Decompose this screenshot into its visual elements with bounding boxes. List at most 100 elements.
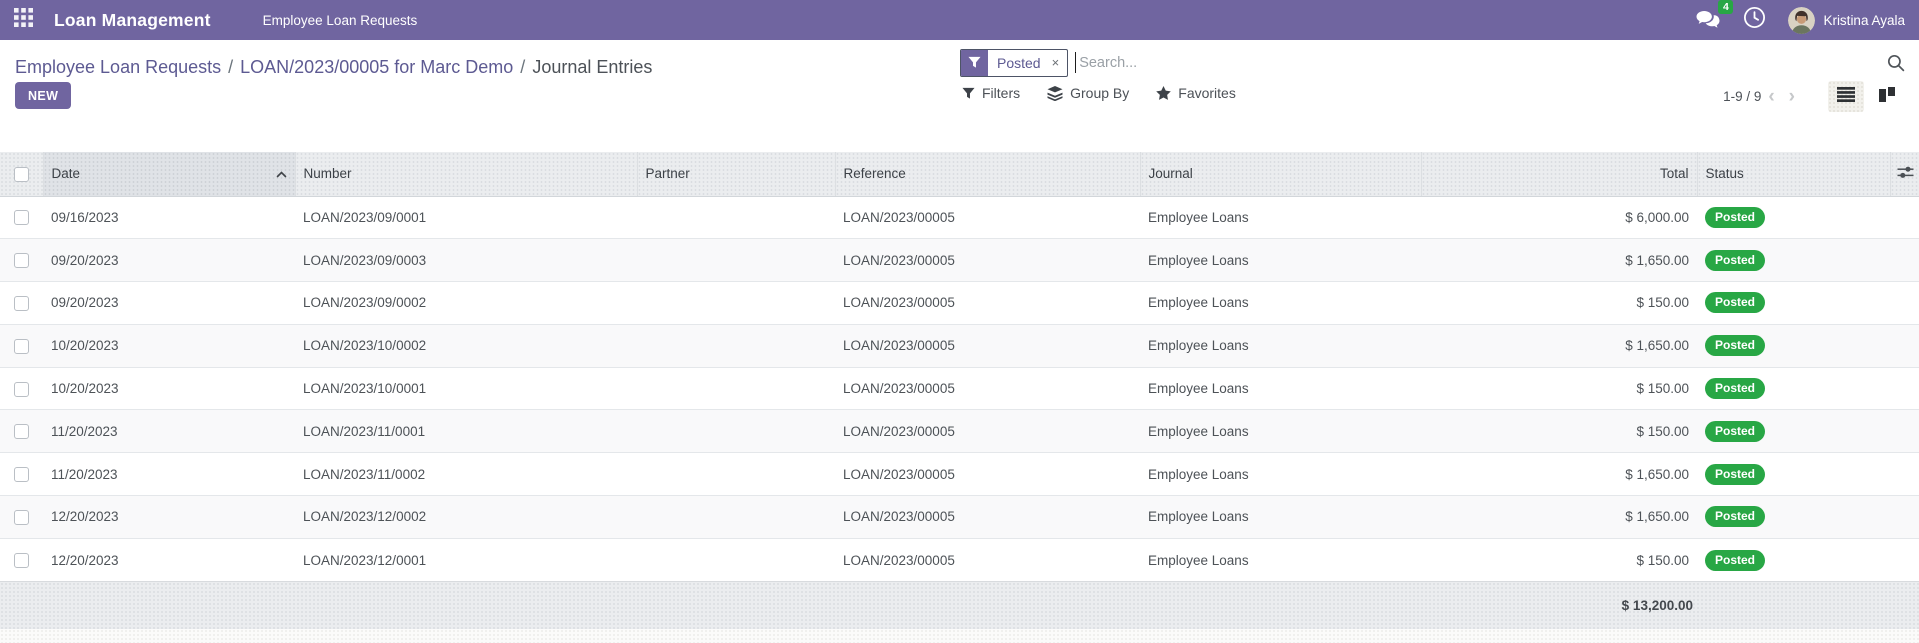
row-total[interactable]: $ 1,650.00	[1421, 323, 1697, 368]
optional-columns-icon[interactable]	[1897, 165, 1914, 183]
row-number[interactable]: LOAN/2023/09/0002	[295, 281, 637, 325]
filters-button[interactable]: Filters	[962, 85, 1020, 101]
row-checkbox[interactable]	[14, 509, 29, 525]
search-facet-remove-button[interactable]: ×	[1050, 50, 1068, 76]
row-journal[interactable]: Employee Loans	[1140, 495, 1421, 539]
row-partner[interactable]	[637, 452, 835, 496]
menu-employee-loan-requests[interactable]: Employee Loan Requests	[253, 0, 428, 40]
user-menu[interactable]: Kristina Ayala	[1788, 6, 1905, 34]
kanban-view-button[interactable]	[1869, 81, 1905, 112]
row-partner[interactable]	[637, 196, 835, 239]
row-date[interactable]: 12/20/2023	[43, 495, 295, 539]
table-row[interactable]: 09/20/2023 LOAN/2023/09/0003 LOAN/2023/000…	[0, 238, 1919, 282]
search-input[interactable]: Search...	[1079, 55, 1137, 71]
row-number[interactable]: LOAN/2023/11/0001	[295, 409, 637, 453]
row-partner[interactable]	[637, 281, 835, 325]
row-total[interactable]: $ 150.00	[1421, 537, 1697, 582]
row-date[interactable]: 09/20/2023	[43, 281, 295, 325]
row-total[interactable]: $ 1,650.00	[1421, 238, 1697, 282]
row-checkbox[interactable]	[14, 467, 29, 483]
apps-menu-button[interactable]	[0, 0, 46, 40]
row-date[interactable]: 09/16/2023	[43, 196, 295, 239]
row-date[interactable]: 10/20/2023	[43, 366, 295, 410]
table-row[interactable]: 10/20/2023 LOAN/2023/10/0001 LOAN/2023/000…	[0, 366, 1919, 410]
row-reference[interactable]: LOAN/2023/00005	[835, 366, 1140, 410]
row-reference[interactable]: LOAN/2023/00005	[835, 196, 1140, 239]
column-header-total[interactable]: Total	[1420, 152, 1697, 197]
row-checkbox[interactable]	[14, 381, 29, 397]
row-reference[interactable]: LOAN/2023/00005	[835, 281, 1140, 325]
row-date[interactable]: 10/20/2023	[43, 323, 295, 368]
activities-button[interactable]	[1743, 6, 1766, 34]
table-row[interactable]: 09/16/2023 LOAN/2023/09/0001 LOAN/2023/000…	[0, 196, 1919, 239]
new-button[interactable]: NEW	[15, 82, 72, 109]
row-journal[interactable]: Employee Loans	[1140, 323, 1421, 368]
row-checkbox[interactable]	[14, 424, 29, 440]
group-by-button[interactable]: Group By	[1047, 85, 1129, 101]
row-total[interactable]: $ 150.00	[1421, 409, 1697, 453]
row-number[interactable]: LOAN/2023/09/0001	[295, 196, 637, 239]
column-header-journal[interactable]: Journal	[1139, 152, 1421, 197]
row-checkbox[interactable]	[14, 295, 29, 311]
table-row[interactable]: 09/20/2023 LOAN/2023/09/0002 LOAN/2023/000…	[0, 281, 1919, 325]
row-journal[interactable]: Employee Loans	[1140, 452, 1421, 496]
row-checkbox[interactable]	[14, 210, 29, 226]
row-reference[interactable]: LOAN/2023/00005	[835, 323, 1140, 368]
row-date[interactable]: 11/20/2023	[43, 452, 295, 496]
column-header-reference[interactable]: Reference	[834, 152, 1140, 197]
row-number[interactable]: LOAN/2023/12/0001	[295, 537, 637, 582]
favorites-button[interactable]: Favorites	[1156, 85, 1236, 101]
row-partner[interactable]	[637, 409, 835, 453]
column-header-date[interactable]: Date	[42, 152, 295, 197]
row-partner[interactable]	[637, 495, 835, 539]
list-view-button[interactable]	[1828, 81, 1864, 112]
column-header-status[interactable]: Status	[1696, 152, 1890, 197]
row-partner[interactable]	[637, 238, 835, 282]
column-header-partner[interactable]: Partner	[636, 152, 835, 197]
row-partner[interactable]	[637, 537, 835, 582]
row-total[interactable]: $ 150.00	[1421, 281, 1697, 325]
table-row[interactable]: 12/20/2023 LOAN/2023/12/0002 LOAN/2023/000…	[0, 495, 1919, 539]
row-date[interactable]: 11/20/2023	[43, 409, 295, 453]
row-total[interactable]: $ 1,650.00	[1421, 452, 1697, 496]
row-journal[interactable]: Employee Loans	[1140, 281, 1421, 325]
row-partner[interactable]	[637, 323, 835, 368]
row-reference[interactable]: LOAN/2023/00005	[835, 409, 1140, 453]
pager-next-button[interactable]: ›	[1782, 87, 1802, 106]
column-header-number[interactable]: Number	[294, 152, 637, 197]
search-bar[interactable]: Posted × Search...	[960, 46, 1905, 79]
row-number[interactable]: LOAN/2023/10/0001	[295, 366, 637, 410]
row-reference[interactable]: LOAN/2023/00005	[835, 537, 1140, 582]
breadcrumb-link-employee-loan-requests[interactable]: Employee Loan Requests	[15, 57, 221, 77]
row-journal[interactable]: Employee Loans	[1140, 366, 1421, 410]
row-journal[interactable]: Employee Loans	[1140, 196, 1421, 239]
table-row[interactable]: 11/20/2023 LOAN/2023/11/0002 LOAN/2023/000…	[0, 452, 1919, 496]
pager-previous-button[interactable]: ‹	[1761, 87, 1781, 106]
table-row[interactable]: 11/20/2023 LOAN/2023/11/0001 LOAN/2023/000…	[0, 409, 1919, 453]
row-number[interactable]: LOAN/2023/09/0003	[295, 238, 637, 282]
row-date[interactable]: 09/20/2023	[43, 238, 295, 282]
table-row[interactable]: 12/20/2023 LOAN/2023/12/0001 LOAN/2023/000…	[0, 537, 1919, 582]
table-row[interactable]: 10/20/2023 LOAN/2023/10/0002 LOAN/2023/000…	[0, 323, 1919, 368]
select-all-checkbox[interactable]	[14, 166, 29, 182]
row-total[interactable]: $ 6,000.00	[1421, 196, 1697, 239]
row-number[interactable]: LOAN/2023/12/0002	[295, 495, 637, 539]
row-reference[interactable]: LOAN/2023/00005	[835, 495, 1140, 539]
row-journal[interactable]: Employee Loans	[1140, 409, 1421, 453]
row-checkbox[interactable]	[14, 253, 29, 269]
row-number[interactable]: LOAN/2023/11/0002	[295, 452, 637, 496]
row-partner[interactable]	[637, 366, 835, 410]
row-total[interactable]: $ 150.00	[1421, 366, 1697, 410]
row-total[interactable]: $ 1,650.00	[1421, 495, 1697, 539]
row-reference[interactable]: LOAN/2023/00005	[835, 238, 1140, 282]
row-reference[interactable]: LOAN/2023/00005	[835, 452, 1140, 496]
messages-button[interactable]: 4	[1696, 0, 1734, 35]
row-checkbox[interactable]	[14, 338, 29, 354]
row-date[interactable]: 12/20/2023	[43, 537, 295, 582]
row-number[interactable]: LOAN/2023/10/0002	[295, 323, 637, 368]
search-icon[interactable]	[1887, 54, 1905, 72]
app-name[interactable]: Loan Management	[54, 10, 211, 31]
row-journal[interactable]: Employee Loans	[1140, 537, 1421, 582]
row-checkbox[interactable]	[14, 552, 29, 568]
breadcrumb-link-loan-record[interactable]: LOAN/2023/00005 for Marc Demo	[240, 57, 513, 77]
